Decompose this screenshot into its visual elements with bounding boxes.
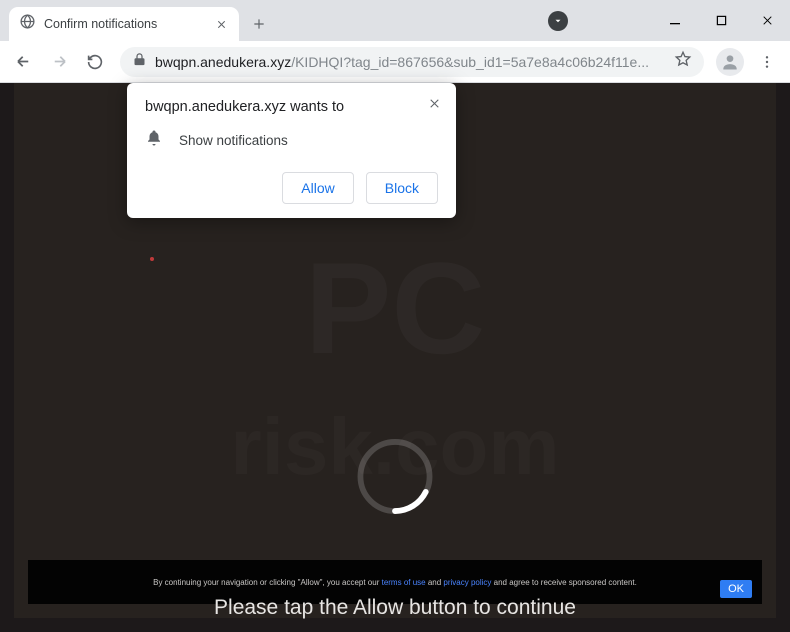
ok-button[interactable]: OK bbox=[720, 580, 752, 598]
padlock-icon bbox=[132, 52, 147, 72]
maximize-button[interactable] bbox=[698, 4, 744, 37]
permission-row: Show notifications bbox=[145, 129, 438, 152]
fineprint-seg: and agree to receive sponsored content. bbox=[491, 578, 636, 587]
url-path: /KIDHQI?tag_id=867656&sub_id1=5a7e8a4c06… bbox=[291, 54, 649, 70]
prompt-actions: Allow Block bbox=[145, 172, 438, 204]
terms-link[interactable]: terms of use bbox=[382, 578, 426, 587]
permission-label: Show notifications bbox=[179, 133, 288, 148]
reload-button[interactable] bbox=[78, 45, 112, 79]
close-prompt-button[interactable] bbox=[422, 91, 446, 115]
tab-strip: Confirm notifications bbox=[0, 0, 544, 41]
browser-titlebar: Confirm notifications bbox=[0, 0, 790, 41]
fineprint-seg: and bbox=[426, 578, 444, 587]
browser-menu-button[interactable] bbox=[750, 45, 784, 79]
cta-text: Please tap the Allow button to continue bbox=[28, 596, 762, 620]
prompt-origin: bwqpn.anedukera.xyz wants to bbox=[145, 99, 438, 115]
tab-overview-button[interactable] bbox=[544, 7, 572, 35]
decorative-dot bbox=[150, 257, 154, 261]
bell-icon bbox=[145, 129, 163, 152]
browser-toolbar: bwqpn.anedukera.xyz/KIDHQI?tag_id=867656… bbox=[0, 41, 790, 83]
address-bar[interactable]: bwqpn.anedukera.xyz/KIDHQI?tag_id=867656… bbox=[120, 47, 704, 77]
kebab-icon bbox=[759, 54, 775, 70]
window-controls bbox=[652, 0, 790, 41]
loading-spinner bbox=[347, 428, 443, 529]
new-tab-button[interactable] bbox=[245, 10, 273, 38]
url-text: bwqpn.anedukera.xyz/KIDHQI?tag_id=867656… bbox=[155, 54, 649, 70]
close-window-button[interactable] bbox=[744, 4, 790, 37]
block-button[interactable]: Block bbox=[366, 172, 438, 204]
bookmark-star-icon[interactable] bbox=[674, 50, 692, 73]
globe-icon bbox=[19, 13, 36, 35]
caret-down-icon bbox=[548, 11, 568, 31]
minimize-button[interactable] bbox=[652, 4, 698, 37]
permission-prompt: bwqpn.anedukera.xyz wants to Show notifi… bbox=[127, 83, 456, 218]
fineprint-seg: By continuing your navigation or clickin… bbox=[153, 578, 381, 587]
allow-button[interactable]: Allow bbox=[282, 172, 353, 204]
privacy-link[interactable]: privacy policy bbox=[443, 578, 491, 587]
person-icon bbox=[720, 52, 740, 72]
fineprint-text: By continuing your navigation or clickin… bbox=[153, 578, 637, 587]
close-tab-icon[interactable] bbox=[213, 16, 229, 32]
back-button[interactable] bbox=[6, 45, 40, 79]
close-icon bbox=[428, 97, 441, 110]
profile-button[interactable] bbox=[716, 48, 744, 76]
forward-button[interactable] bbox=[42, 45, 76, 79]
url-host: bwqpn.anedukera.xyz bbox=[155, 54, 291, 70]
tab-title: Confirm notifications bbox=[44, 17, 205, 31]
browser-tab[interactable]: Confirm notifications bbox=[9, 7, 239, 41]
watermark-text: PC bbox=[305, 233, 486, 383]
